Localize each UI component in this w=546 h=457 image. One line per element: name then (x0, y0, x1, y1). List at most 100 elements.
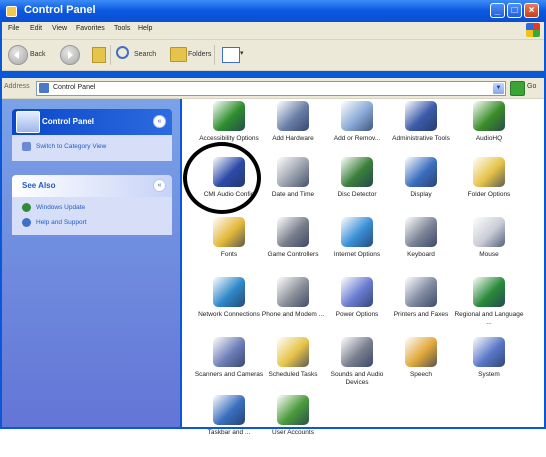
date-time-icon (277, 157, 309, 187)
control-panel-item[interactable]: Speech (386, 337, 456, 399)
maximize-button[interactable]: □ (507, 3, 522, 18)
control-panel-item[interactable]: Keyboard (386, 217, 456, 279)
item-label: Mouse (479, 251, 499, 258)
sounds-icon (341, 337, 373, 367)
item-label: Disc Detector (337, 191, 377, 198)
item-label: Folder Options (467, 191, 511, 198)
control-panel-item[interactable]: Network Connections (194, 277, 264, 339)
item-label: Network Connections (198, 311, 260, 318)
toolbar-separator-2 (214, 45, 215, 65)
see-also-body: Windows Update Help and Support (12, 197, 172, 235)
game-controllers-icon (277, 217, 309, 247)
control-panel-item[interactable]: Add Hardware (258, 101, 328, 163)
search-label[interactable]: Search (134, 51, 156, 58)
control-panel-item[interactable]: Printers and Faxes (386, 277, 456, 339)
control-panel-panel: Control Panel « Switch to Category View (12, 109, 172, 161)
go-label[interactable]: Go (527, 83, 536, 90)
menu-help[interactable]: Help (138, 25, 152, 32)
see-also-header[interactable]: See Also « (12, 175, 172, 197)
user-accounts-icon (277, 395, 309, 425)
item-label: Fonts (220, 251, 238, 258)
toolbar: Back Search Folders ▾ (2, 40, 544, 71)
address-value: Control Panel (53, 84, 96, 91)
address-dropdown-icon[interactable]: ▼ (493, 83, 504, 94)
scheduled-tasks-icon (277, 337, 309, 367)
phone-modem-icon (277, 277, 309, 307)
minimize-button[interactable]: _ (490, 3, 505, 18)
windows-update-icon (22, 203, 31, 212)
control-panel-item[interactable]: Regional and Language ... (454, 277, 524, 339)
menu-tools[interactable]: Tools (114, 25, 130, 32)
mouse-icon (473, 217, 505, 247)
control-panel-panel-header[interactable]: Control Panel « (12, 109, 172, 135)
control-panel-item[interactable]: Disc Detector (322, 157, 392, 219)
audiohq-icon (473, 101, 505, 131)
control-panel-item[interactable]: Sounds and Audio Devices (322, 337, 392, 399)
keyboard-icon (405, 217, 437, 247)
control-panel-small-icon (39, 83, 49, 93)
item-label: Game Controllers (267, 251, 319, 258)
fonts-icon (213, 217, 245, 247)
item-label: AudioHQ (475, 135, 503, 142)
views-icon[interactable] (222, 47, 240, 63)
control-panel-large-icon (16, 111, 40, 133)
control-panel-item[interactable]: Date and Time (258, 157, 328, 219)
folder-options-icon (473, 157, 505, 187)
control-panel-item[interactable]: Internet Options (322, 217, 392, 279)
network-icon (213, 277, 245, 307)
item-label: Display (410, 191, 432, 198)
internet-options-icon (341, 217, 373, 247)
control-panel-item[interactable]: Add or Remov... (322, 101, 392, 163)
back-icon[interactable] (8, 45, 28, 65)
menu-edit[interactable]: Edit (30, 25, 42, 32)
control-panel-item[interactable]: Mouse (454, 217, 524, 279)
go-icon[interactable] (510, 81, 525, 96)
disc-detector-icon (341, 157, 373, 187)
collapse-icon[interactable]: « (153, 179, 166, 192)
item-label: Keyboard (407, 251, 435, 258)
folders-icon[interactable] (170, 47, 187, 62)
control-panel-item[interactable]: Power Options (322, 277, 392, 339)
toolbar-separator (110, 45, 111, 65)
control-panel-item[interactable]: AudioHQ (454, 101, 524, 163)
title-bar[interactable]: Control Panel _ □ × (0, 0, 546, 22)
control-panel-item[interactable]: Taskbar and ... (194, 395, 264, 457)
menu-view[interactable]: View (52, 25, 67, 32)
control-panel-item[interactable]: Scanners and Cameras (194, 337, 264, 399)
item-label: Phone and Modem ... (261, 311, 325, 318)
forward-icon[interactable] (60, 45, 80, 65)
search-icon[interactable] (116, 46, 129, 59)
address-field[interactable]: Control Panel ▼ (36, 81, 506, 96)
highlight-circle (183, 142, 261, 214)
item-label: Date and Time (271, 191, 315, 198)
control-panel-item[interactable]: System (454, 337, 524, 399)
menu-favorites[interactable]: Favorites (76, 25, 105, 32)
taskbar-icon (213, 395, 245, 425)
item-label: Internet Options (333, 251, 381, 258)
add-hardware-icon (277, 101, 309, 131)
collapse-icon[interactable]: « (153, 115, 166, 128)
see-also-panel: See Also « Windows Update Help and Suppo… (12, 175, 172, 235)
address-bar: Address Control Panel ▼ Go (2, 78, 544, 99)
item-label: User Accounts (272, 429, 314, 436)
control-panel-item[interactable]: Game Controllers (258, 217, 328, 279)
up-folder-icon[interactable] (92, 47, 106, 63)
menu-file[interactable]: File (8, 25, 19, 32)
item-label: Add Hardware (272, 135, 314, 142)
control-panel-item[interactable]: User Accounts (258, 395, 328, 457)
folders-label[interactable]: Folders (188, 51, 211, 58)
control-panel-item[interactable]: Scheduled Tasks (258, 337, 328, 399)
item-label: Sounds and Audio Devices (330, 371, 384, 386)
item-label: Speech (409, 371, 433, 378)
control-panel-item[interactable]: Fonts (194, 217, 264, 279)
views-dropdown-arrow-icon[interactable]: ▾ (240, 49, 244, 57)
close-button[interactable]: × (524, 3, 539, 18)
control-panel-item[interactable]: Folder Options (454, 157, 524, 219)
power-options-icon (341, 277, 373, 307)
control-panel-item[interactable]: Display (386, 157, 456, 219)
switch-view-icon (22, 142, 31, 151)
control-panel-item[interactable]: Phone and Modem ... (258, 277, 328, 339)
control-panel-item[interactable]: Administrative Tools (386, 101, 456, 163)
item-label: Add or Remov... (333, 135, 381, 142)
back-label[interactable]: Back (30, 51, 46, 58)
